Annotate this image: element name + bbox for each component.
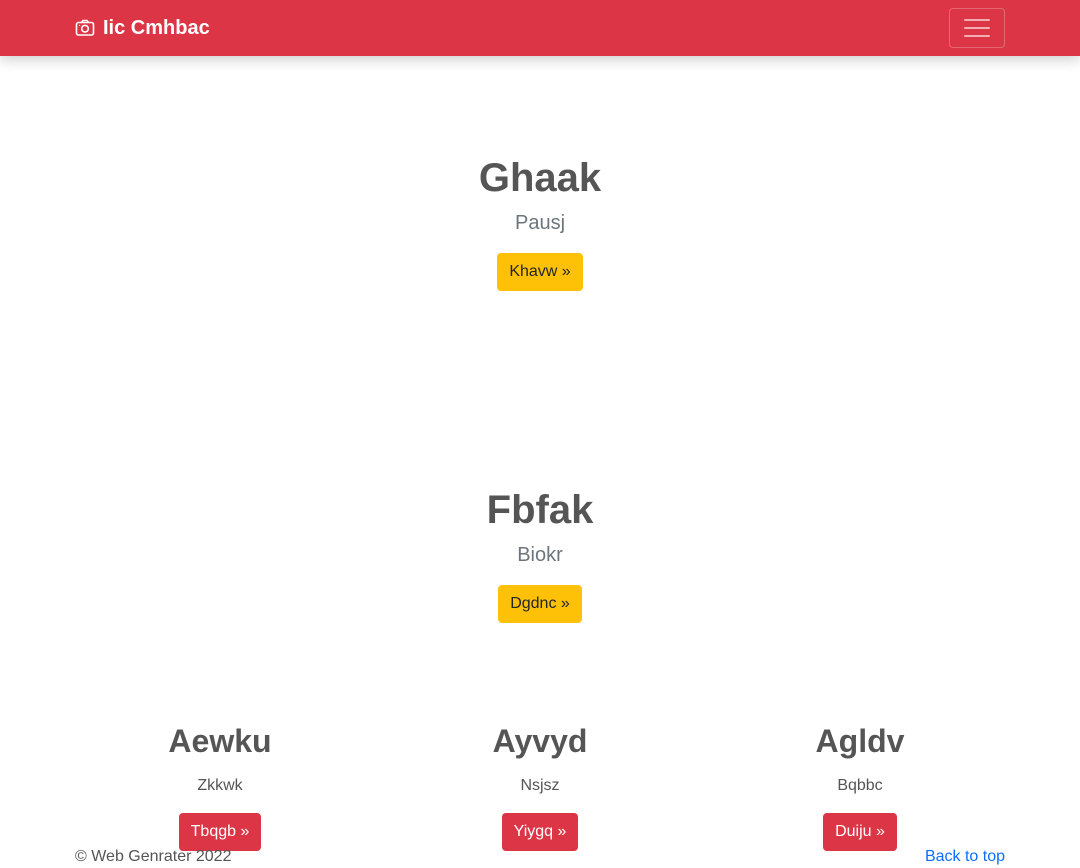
feature-column-1: Aewku Zkkwk Tbqgb » <box>60 721 380 851</box>
hamburger-menu-icon <box>964 19 990 21</box>
feature-text: Nsjsz <box>520 777 560 794</box>
feature-button[interactable]: Duiju » <box>823 813 897 851</box>
feature-button[interactable]: Yiygq » <box>501 813 579 851</box>
navbar: Iic Cmhbac <box>0 0 1080 56</box>
feature-title: Agldv <box>815 723 905 759</box>
back-to-top-link[interactable]: Back to top <box>925 847 1005 867</box>
feature-text: Bqbbc <box>837 777 883 794</box>
feature-text: Zkkwk <box>197 777 243 794</box>
hamburger-menu-icon-bar <box>964 27 990 29</box>
hero-title: Ghaak <box>478 156 602 200</box>
hero-subtitle: Pausj <box>514 212 566 234</box>
hero-section-2: Fbfak Biokr Dgdnc » <box>0 486 1080 623</box>
brand-link[interactable]: Iic Cmhbac <box>75 14 210 42</box>
hero-subtitle: Biokr <box>517 544 563 566</box>
hero-title: Fbfak <box>486 488 594 532</box>
feature-column-2: Ayvyd Nsjsz Yiygq » <box>380 721 700 851</box>
feature-title: Aewku <box>168 723 272 759</box>
feature-title: Ayvyd <box>492 723 588 759</box>
hero-cta-button[interactable]: Dgdnc » <box>498 585 582 623</box>
camera-icon <box>75 18 95 38</box>
hero-cta-button[interactable]: Khavw » <box>497 253 583 291</box>
navbar-toggler-button[interactable] <box>949 8 1005 48</box>
feature-column-3: Agldv Bqbbc Duiju » <box>700 721 1020 851</box>
hamburger-menu-icon-bar <box>964 35 990 37</box>
hero-section-1: Ghaak Pausj Khavw » <box>0 154 1080 291</box>
brand-name: Iic Cmhbac <box>103 16 210 39</box>
feature-button[interactable]: Tbqgb » <box>178 813 262 851</box>
footer-copyright: © Web Genrater 2022 <box>75 848 232 865</box>
